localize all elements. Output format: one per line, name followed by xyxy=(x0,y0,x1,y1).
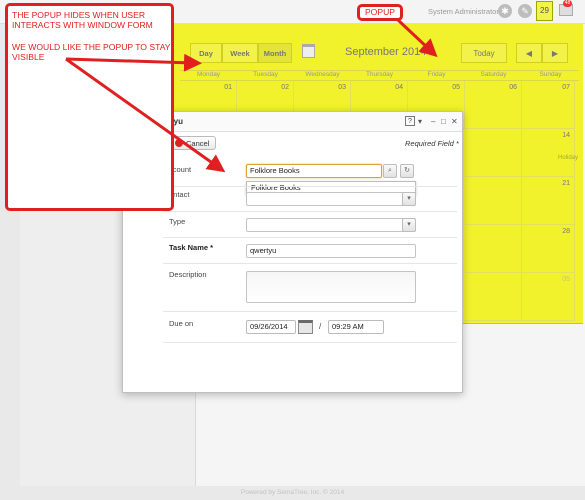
type-label: Type xyxy=(169,217,186,226)
date-time-separator: / xyxy=(319,322,322,331)
next-month-button[interactable]: ▶ xyxy=(542,43,568,63)
day-cell[interactable] xyxy=(465,273,522,321)
cancel-label: Cancel xyxy=(186,138,210,148)
type-select[interactable] xyxy=(246,218,416,232)
task-name-label-text: Task Name * xyxy=(169,243,214,252)
contact-select[interactable] xyxy=(246,192,416,206)
day-cell[interactable] xyxy=(465,225,522,273)
cancel-icon xyxy=(175,139,183,147)
weekday-header: Friday xyxy=(408,70,465,81)
day-cell[interactable]: 05 xyxy=(522,273,575,321)
due-date-input[interactable]: 09/26/2014 xyxy=(246,320,296,334)
weekday-header: Wednesday xyxy=(294,70,351,81)
day-number: 04 xyxy=(395,84,403,91)
calendar-popup-button[interactable]: 29 xyxy=(536,1,553,21)
due-on-label: Due on xyxy=(169,319,194,328)
chevron-down-icon[interactable]: ▾ xyxy=(402,192,416,206)
day-number: 07 xyxy=(562,84,570,91)
divider xyxy=(163,263,457,264)
day-cell[interactable] xyxy=(465,177,522,225)
annotation-box: THE POPUP HIDES WHEN USER INTERACTS WITH… xyxy=(5,3,174,211)
day-number: 21 xyxy=(562,180,570,187)
annotation-note-1: THE POPUP HIDES WHEN USER INTERACTS WITH… xyxy=(12,10,153,30)
close-icon[interactable]: ✕ xyxy=(451,117,458,126)
description-textarea[interactable] xyxy=(246,271,416,303)
day-number: 06 xyxy=(509,84,517,91)
day-cell[interactable]: 28 xyxy=(522,225,575,273)
weekday-header: Monday xyxy=(180,70,237,81)
day-cell[interactable] xyxy=(465,129,522,177)
due-time-input[interactable]: 09:29 AM xyxy=(328,320,384,334)
weekday-header: Tuesday xyxy=(237,70,294,81)
popup-annotation-label: POPUP xyxy=(357,4,403,21)
divider xyxy=(163,342,457,343)
required-note: Required Field * xyxy=(405,139,459,148)
day-number: 02 xyxy=(281,84,289,91)
search-icon[interactable]: ⌕ xyxy=(383,164,397,178)
footer-text: Powered by SemaTree, Inc. © 2014 xyxy=(240,489,345,496)
prev-month-button[interactable]: ◀ xyxy=(516,43,542,63)
calendar-icon[interactable] xyxy=(302,44,315,58)
annotation-note-2: WE WOULD LIKE THE POPUP TO STAY VISIBLE xyxy=(12,42,171,62)
weekday-header: Saturday xyxy=(465,70,522,81)
view-week-button[interactable]: Week xyxy=(222,43,258,63)
day-number: 05 xyxy=(452,84,460,91)
task-name-label: Task Name * xyxy=(169,243,213,252)
day-cell[interactable]: 21 xyxy=(522,177,575,225)
divider xyxy=(163,237,457,238)
day-cell[interactable]: 07 xyxy=(522,81,575,129)
day-cell[interactable]: 06 xyxy=(465,81,522,129)
view-month-button[interactable]: Month xyxy=(258,43,292,63)
day-number: 14 xyxy=(562,132,570,139)
maximize-icon[interactable]: □ xyxy=(441,117,446,126)
chevron-down-icon[interactable]: ▾ xyxy=(418,117,422,126)
day-cell[interactable]: 14 xyxy=(522,129,575,177)
view-day-button[interactable]: Day xyxy=(190,43,222,63)
refresh-icon[interactable]: ↻ xyxy=(400,164,414,178)
holiday-label: Holiday xyxy=(558,155,579,161)
divider xyxy=(163,186,457,187)
account-input[interactable]: Folklore Books xyxy=(246,164,382,178)
divider xyxy=(163,211,457,212)
divider xyxy=(163,311,457,312)
help-icon[interactable]: ? xyxy=(405,116,415,126)
user-name[interactable]: System Administrator xyxy=(428,7,499,16)
mail-count-badge: 48 xyxy=(563,0,572,7)
gear-icon[interactable]: ✱ xyxy=(498,4,512,18)
day-number: 03 xyxy=(338,84,346,91)
minimize-icon[interactable]: – xyxy=(431,117,435,126)
weekday-header: Sunday xyxy=(522,70,579,81)
day-number: 28 xyxy=(562,228,570,235)
weekday-header: Thursday xyxy=(351,70,408,81)
month-title: September 2014 xyxy=(345,46,427,58)
date-picker-icon[interactable] xyxy=(298,320,313,334)
today-button[interactable]: Today xyxy=(461,43,507,63)
cancel-button[interactable]: Cancel xyxy=(171,136,216,150)
task-name-input[interactable]: qwertyu xyxy=(246,244,416,258)
day-number: 01 xyxy=(224,84,232,91)
pencil-icon[interactable]: ✎ xyxy=(518,4,532,18)
chevron-down-icon[interactable]: ▾ xyxy=(402,218,416,232)
day-number: 05 xyxy=(562,276,570,283)
description-label: Description xyxy=(169,270,207,279)
